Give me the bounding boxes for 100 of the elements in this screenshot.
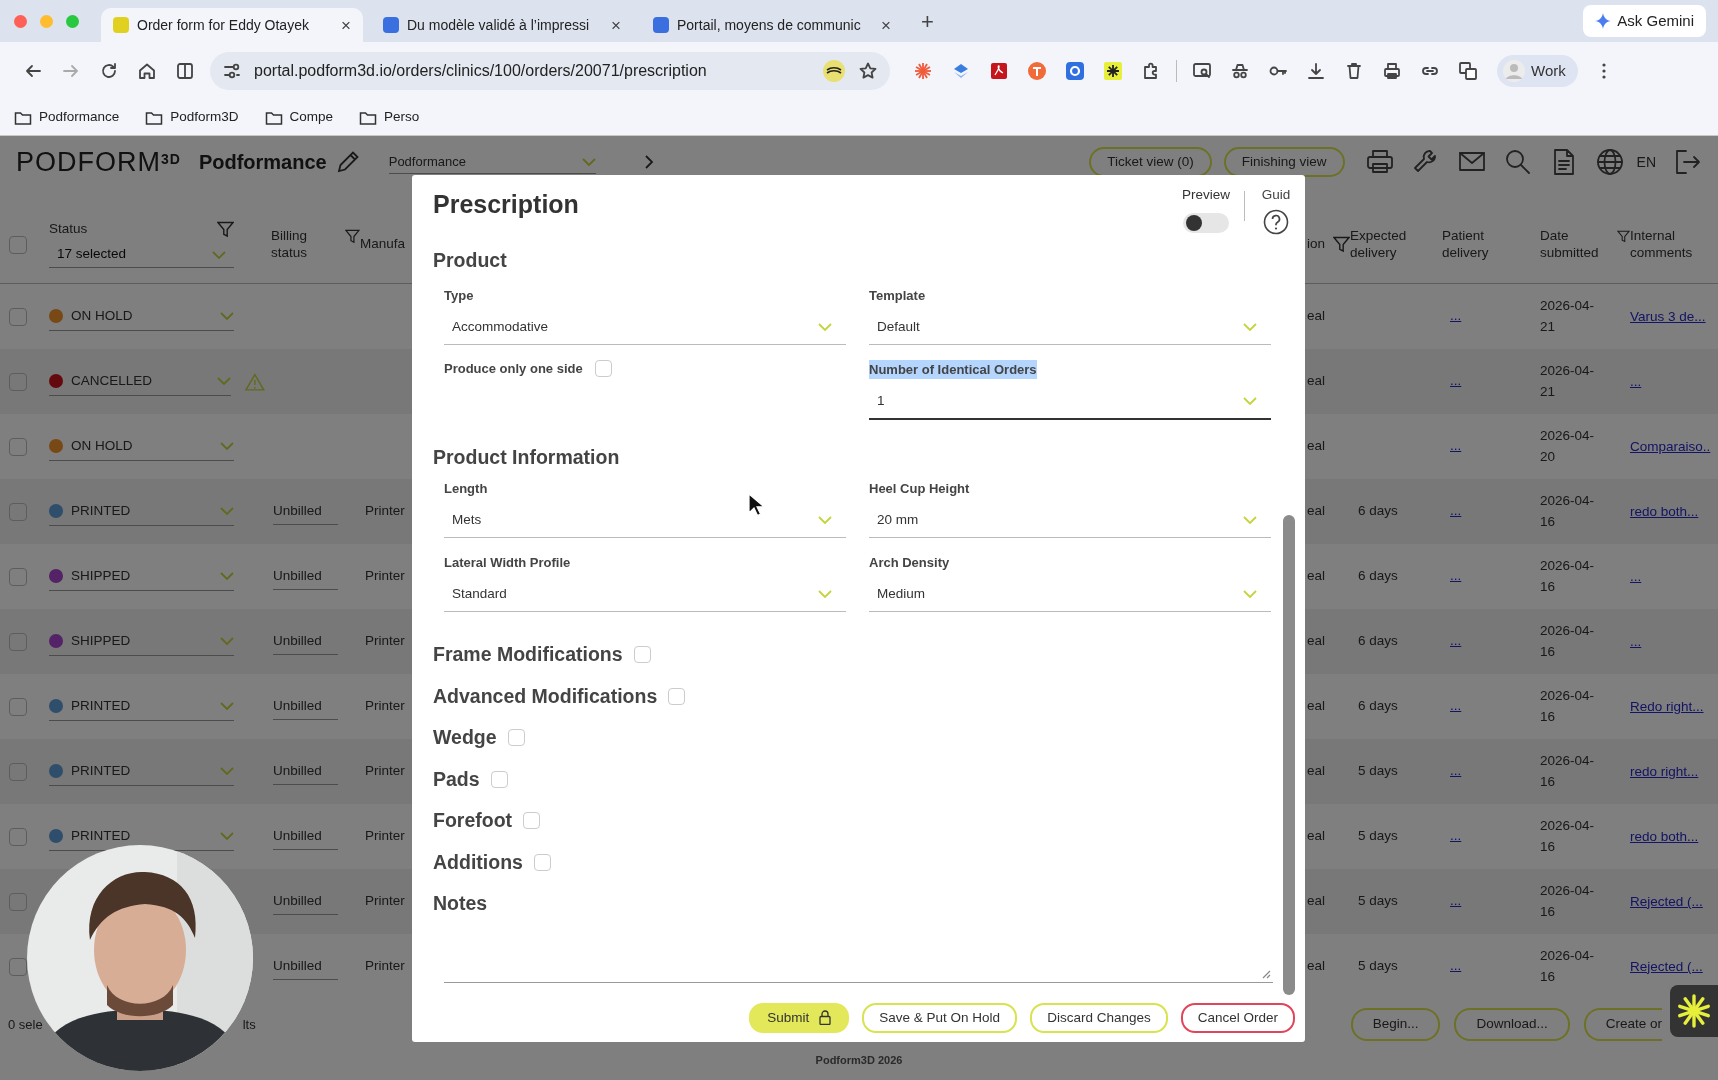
filter-icon[interactable] <box>1333 236 1350 253</box>
new-tab-button[interactable]: + <box>921 4 934 38</box>
assistant-button[interactable] <box>1670 985 1718 1037</box>
section-checkbox[interactable] <box>523 812 541 830</box>
bookmark-folder[interactable]: Perso <box>359 107 420 128</box>
row-checkbox[interactable] <box>9 307 27 326</box>
comment-link[interactable]: Comparaiso.. <box>1630 437 1715 456</box>
comment-link[interactable]: ... <box>1630 567 1715 586</box>
profile-button[interactable]: Work <box>1497 54 1578 88</box>
close-tab-button[interactable]: × <box>611 16 621 34</box>
select-field[interactable]: Accommodative <box>444 309 846 345</box>
reload-icon[interactable] <box>99 61 119 81</box>
status-select[interactable]: PRINTED <box>49 756 234 787</box>
patient-delivery-link[interactable]: ... <box>1450 503 1462 519</box>
action-button[interactable]: Download... <box>1454 1008 1570 1041</box>
select-field[interactable]: 20 mm <box>869 502 1271 538</box>
row-checkbox[interactable] <box>9 502 27 521</box>
row-checkbox[interactable] <box>9 632 27 651</box>
row-checkbox[interactable] <box>9 892 27 911</box>
clinic-select[interactable]: Podformance <box>388 149 596 175</box>
row-checkbox[interactable] <box>9 567 27 586</box>
bookmark-folder[interactable]: Podformance <box>14 107 120 128</box>
window-controls[interactable] <box>14 14 79 28</box>
comment-link[interactable]: Rejected (... <box>1630 957 1715 976</box>
download-icon[interactable] <box>1306 61 1326 81</box>
comment-link[interactable]: redo right... <box>1630 762 1715 781</box>
translate-icon[interactable] <box>1458 61 1478 81</box>
section-checkbox[interactable] <box>490 770 508 788</box>
section-checkbox[interactable] <box>533 853 551 871</box>
status-filter-select[interactable]: 17 selected <box>49 242 234 268</box>
section-checkbox[interactable] <box>507 729 525 747</box>
action-button[interactable]: Begin... <box>1350 1008 1441 1041</box>
bookmark-folder[interactable]: Podform3D <box>145 107 239 128</box>
status-select[interactable]: ON HOLD <box>49 431 234 462</box>
comment-link[interactable]: redo both... <box>1630 827 1715 846</box>
row-checkbox[interactable] <box>9 762 27 781</box>
dialog-button[interactable]: Cancel Order <box>1180 1002 1295 1033</box>
status-select[interactable]: PRINTED <box>49 496 234 527</box>
comment-link[interactable]: Redo right... <box>1630 697 1715 716</box>
patient-delivery-link[interactable]: ... <box>1450 633 1462 649</box>
address-bar[interactable]: portal.podform3d.io/orders/clinics/100/orders/20071/prescription <box>210 52 890 90</box>
globe-icon[interactable] <box>1594 147 1625 177</box>
status-select[interactable]: SHIPPED <box>49 561 234 592</box>
row-checkbox[interactable] <box>9 697 27 716</box>
section-checkbox[interactable] <box>633 646 651 664</box>
patient-delivery-link[interactable]: ... <box>1450 893 1462 909</box>
comment-link[interactable]: ... <box>1630 372 1715 391</box>
row-checkbox[interactable] <box>9 827 27 846</box>
browser-tab[interactable]: Portail, moyens de communic × <box>641 8 903 42</box>
billing-select[interactable]: Unbilled <box>273 822 338 851</box>
comment-link[interactable]: Rejected (... <box>1630 892 1715 911</box>
incognito-icon[interactable] <box>1230 61 1250 81</box>
preview-toggle[interactable] <box>1183 213 1229 234</box>
screen-search-icon[interactable] <box>1192 61 1212 81</box>
bookmark-star-icon[interactable] <box>858 61 878 81</box>
sidebar-icon[interactable] <box>175 61 195 81</box>
status-select[interactable]: CANCELLED <box>49 366 232 397</box>
action-button[interactable]: Create or <box>1583 1008 1662 1041</box>
dialog-button[interactable]: Discard Changes <box>1030 1002 1168 1033</box>
patient-delivery-link[interactable]: ... <box>1450 373 1462 389</box>
asterisk-icon[interactable] <box>1103 61 1123 81</box>
burst-icon[interactable] <box>913 61 933 81</box>
patient-delivery-link[interactable]: ... <box>1450 698 1462 714</box>
filter-icon[interactable] <box>345 227 360 245</box>
comment-link[interactable]: Varus 3 de... <box>1630 307 1715 326</box>
scrollbar-thumb[interactable] <box>1283 515 1295 995</box>
billing-select[interactable]: Unbilled <box>273 952 338 981</box>
browser-tab[interactable]: Order form for Eddy Otayek × <box>101 8 363 42</box>
resize-handle-icon[interactable] <box>1261 968 1271 979</box>
status-select[interactable]: PRINTED <box>49 691 234 722</box>
close-tab-button[interactable]: × <box>341 16 351 34</box>
billing-select[interactable]: Unbilled <box>273 757 338 786</box>
billing-select[interactable]: Unbilled <box>273 692 338 721</box>
billing-select[interactable]: Unbilled <box>273 627 338 656</box>
patient-delivery-link[interactable]: ... <box>1450 438 1462 454</box>
chevron-right-icon[interactable] <box>643 155 654 169</box>
printer-icon[interactable] <box>1382 61 1402 81</box>
site-settings-icon[interactable] <box>222 61 242 81</box>
patient-delivery-link[interactable]: ... <box>1450 308 1462 324</box>
checkbox[interactable] <box>594 360 612 378</box>
row-checkbox[interactable] <box>9 372 27 391</box>
language-selector[interactable]: EN <box>1636 151 1656 173</box>
close-tab-button[interactable]: × <box>881 16 891 34</box>
dialog-button[interactable]: Save & Put On Hold <box>862 1002 1018 1033</box>
pdf-icon[interactable] <box>989 61 1009 81</box>
select-field[interactable]: Medium <box>869 576 1271 613</box>
status-select[interactable]: ON HOLD <box>49 301 234 332</box>
status-select[interactable]: SHIPPED <box>49 626 234 657</box>
select-field[interactable]: Default <box>869 309 1271 345</box>
row-checkbox[interactable] <box>9 957 27 976</box>
dialog-button[interactable]: Submit <box>749 1002 850 1033</box>
type-icon[interactable] <box>1027 61 1047 81</box>
select-field[interactable]: 1 <box>869 383 1271 421</box>
billing-select[interactable]: Unbilled <box>273 497 338 526</box>
extension-logo-icon[interactable] <box>822 59 846 83</box>
trash-icon[interactable] <box>1344 61 1364 81</box>
comment-link[interactable]: redo both... <box>1630 502 1715 521</box>
patient-delivery-link[interactable]: ... <box>1450 763 1462 779</box>
row-checkbox[interactable] <box>9 437 27 456</box>
home-icon[interactable] <box>137 61 157 81</box>
